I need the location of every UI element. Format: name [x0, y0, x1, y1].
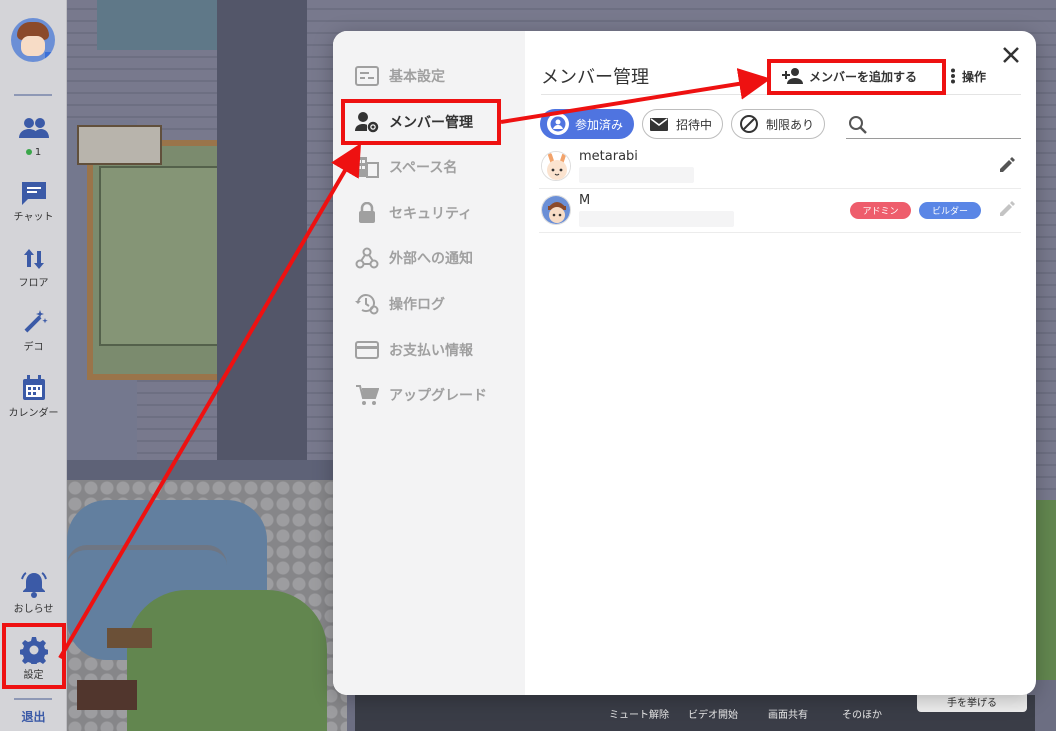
- edit-icon[interactable]: [997, 155, 1017, 175]
- left-sidebar: 1 チャット フロア デコ カレンダー おしらせ 設定 退出: [0, 0, 67, 731]
- more-button[interactable]: そのほか: [842, 706, 882, 721]
- user-avatar[interactable]: [11, 18, 55, 62]
- nav-item-label: お支払い情報: [389, 343, 473, 359]
- nav-item-basic-settings[interactable]: 基本設定: [355, 62, 445, 90]
- search-icon: [849, 116, 867, 134]
- sidebar-item-members[interactable]: 1: [0, 116, 67, 159]
- member-search-field[interactable]: [846, 111, 1021, 139]
- chip-label: 制限あり: [765, 117, 814, 132]
- role-badge-admin: アドミン: [850, 202, 911, 219]
- user-circle-icon: [547, 113, 569, 135]
- nav-item-external-notification[interactable]: 外部への通知: [355, 244, 473, 272]
- raise-hand-label: 手を挙げる: [947, 697, 997, 709]
- page-title: メンバー管理: [541, 67, 649, 88]
- nav-item-operation-log[interactable]: 操作ログ: [355, 290, 445, 318]
- member-name: metarabi: [579, 149, 638, 164]
- operations-menu-button[interactable]: 操作: [950, 63, 986, 89]
- highlight-add-member: [767, 59, 946, 95]
- sidebar-divider: [14, 94, 52, 96]
- member-email-redacted: [579, 167, 694, 183]
- people-icon: [18, 118, 49, 138]
- block-icon: [738, 113, 760, 135]
- sidebar-item-deco[interactable]: デコ: [0, 308, 67, 353]
- member-row[interactable]: M アドミン ビルダー: [539, 189, 1021, 233]
- nav-item-security[interactable]: セキュリティ: [355, 199, 472, 227]
- nav-item-label: 基本設定: [389, 69, 445, 85]
- nav-item-label: アップグレード: [389, 388, 487, 404]
- edit-icon: [1000, 201, 1015, 216]
- nav-item-label: 外部への通知: [389, 251, 473, 267]
- avatar: [541, 151, 571, 181]
- role-badge-builder: ビルダー: [919, 202, 981, 219]
- operations-label: 操作: [962, 69, 987, 84]
- unmute-button[interactable]: ミュート解除: [609, 706, 669, 721]
- sidebar-item-label: おしらせ: [13, 604, 54, 615]
- filter-chip-restricted[interactable]: 制限あり: [731, 109, 825, 139]
- member-row[interactable]: metarabi: [539, 145, 1021, 189]
- history-gear-icon: [355, 294, 379, 315]
- settings-panel-icon: [355, 66, 379, 86]
- member-name: M: [579, 193, 591, 208]
- floor-swap-icon: [23, 249, 44, 269]
- magic-wand-icon: [24, 310, 48, 333]
- close-icon[interactable]: [999, 43, 1023, 67]
- calendar-icon: [22, 375, 45, 400]
- sidebar-item-notifications[interactable]: おしらせ: [0, 570, 67, 615]
- cart-icon: [356, 385, 379, 405]
- building-icon: [356, 157, 379, 178]
- screen-share-button[interactable]: 画面共有: [768, 706, 808, 721]
- sidebar-item-label: チャット: [13, 212, 54, 223]
- nav-item-label: 操作ログ: [389, 297, 445, 313]
- more-vert-icon: [951, 68, 955, 84]
- sidebar-item-label: カレンダー: [8, 408, 59, 419]
- sidebar-item-calendar[interactable]: カレンダー: [0, 374, 67, 419]
- start-video-button[interactable]: ビデオ開始: [688, 706, 738, 721]
- chat-icon: [21, 182, 46, 205]
- highlight-settings: [2, 623, 66, 689]
- chip-label: 招待中: [675, 117, 712, 132]
- nav-item-payment-info[interactable]: お支払い情報: [355, 336, 473, 364]
- sidebar-divider: [14, 698, 52, 700]
- filter-chip-invited[interactable]: 招待中: [642, 109, 723, 139]
- webhook-icon: [355, 247, 379, 269]
- nav-item-upgrade[interactable]: アップグレード: [355, 381, 487, 409]
- member-email-redacted: [579, 211, 734, 227]
- sidebar-item-label: フロア: [18, 278, 49, 289]
- search-input[interactable]: [876, 112, 1016, 137]
- envelope-icon: [649, 113, 670, 135]
- nav-item-label: スペース名: [389, 160, 458, 176]
- online-count: 1: [25, 147, 41, 158]
- chip-label: 参加済み: [574, 117, 623, 132]
- bell-icon: [20, 572, 47, 598]
- lock-icon: [359, 202, 375, 223]
- filter-chip-joined[interactable]: 参加済み: [540, 109, 634, 139]
- highlight-member-management: [341, 99, 501, 145]
- sidebar-item-floor[interactable]: フロア: [0, 246, 67, 289]
- nav-item-space-name[interactable]: スペース名: [355, 153, 457, 181]
- credit-card-icon: [355, 341, 379, 359]
- nav-item-label: セキュリティ: [389, 206, 473, 222]
- sidebar-item-chat[interactable]: チャット: [0, 180, 67, 223]
- sidebar-item-label: デコ: [23, 342, 44, 353]
- avatar: [541, 195, 571, 225]
- exit-button[interactable]: 退出: [0, 708, 67, 725]
